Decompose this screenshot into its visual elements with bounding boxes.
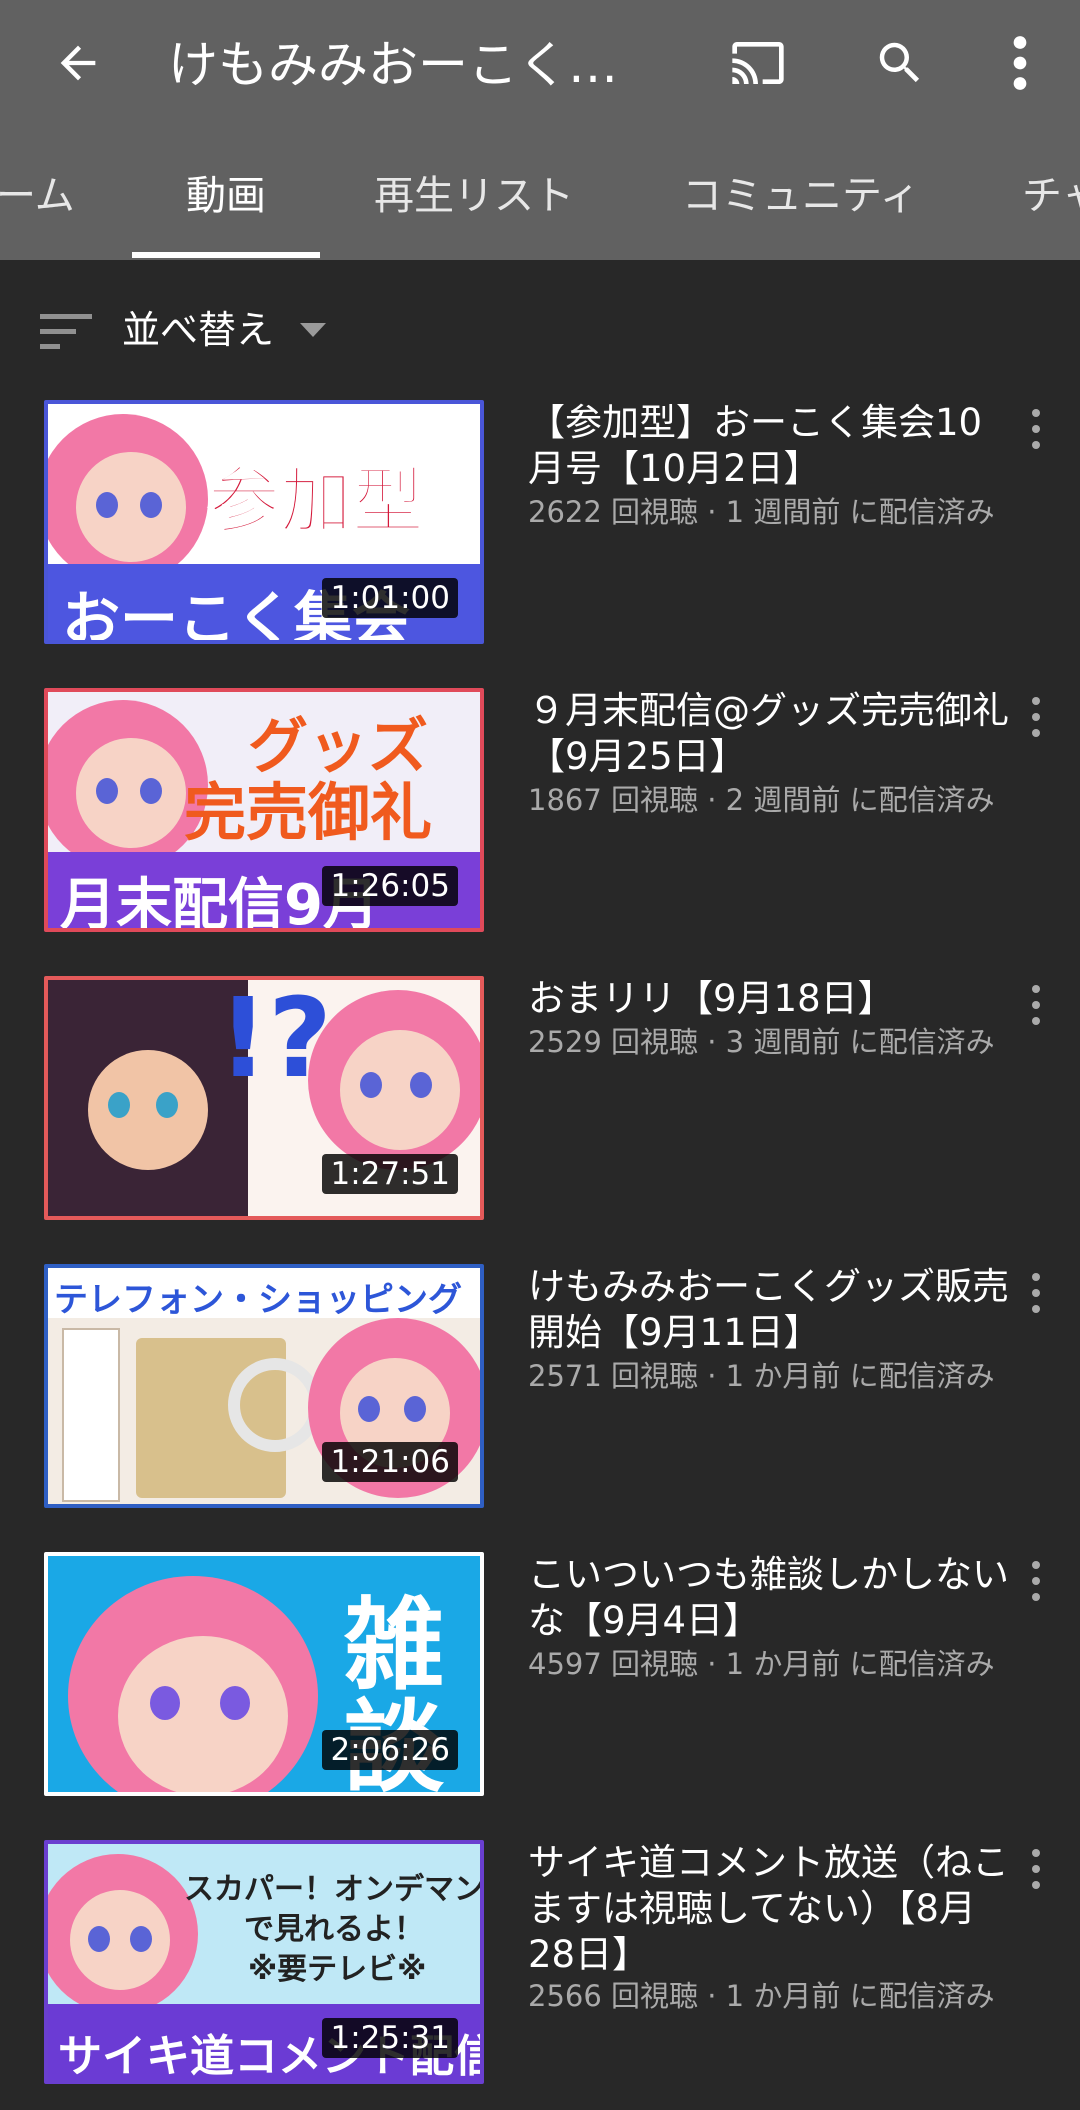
tab-home[interactable]: ーム	[0, 130, 75, 260]
video-title[interactable]: サイキ道コメント放送（ねこますは視聴してない）【8月28日】	[528, 1840, 1018, 1978]
sort-icon	[40, 314, 92, 349]
thumbnail-caption: スカパー！オンデマンド	[184, 1872, 484, 1907]
more-vert-icon[interactable]	[1018, 982, 1054, 1028]
thumbnail-caption: 参加型	[207, 458, 425, 544]
video-item[interactable]: !? 1:27:51 おまリリ【9月18日】 2529 回視聴 · 3 週間前 …	[0, 976, 1080, 1226]
channel-tabs: ーム 動画 再生リスト コミュニティ チャ	[0, 130, 1080, 260]
sort-label: 並べ替え	[122, 308, 275, 352]
search-icon[interactable]	[862, 25, 938, 101]
thumbnail-caption: テレフォン・ショッピング	[54, 1280, 462, 1320]
sort-menu[interactable]: 並べ替え	[0, 290, 1080, 370]
cast-icon[interactable]	[718, 25, 798, 101]
video-title[interactable]: おまリリ【9月18日】	[528, 976, 1018, 1022]
video-item[interactable]: グッズ 完売御礼 月末配信9月 1:26:05 ９月末配信@グッズ完売御礼【9月…	[0, 688, 1080, 938]
video-title[interactable]: 【参加型】おーこく集会10月号【10月2日】	[528, 400, 1018, 492]
thumbnail-caption: で見れるよ！	[244, 1912, 424, 1947]
tab-videos[interactable]: 動画	[186, 130, 266, 260]
video-meta: 2529 回視聴 · 3 週間前 に配信済み	[528, 1025, 995, 1059]
chevron-down-icon	[300, 323, 326, 337]
more-vert-icon[interactable]	[1018, 1846, 1054, 1892]
video-meta: 4597 回視聴 · 1 か月前 に配信済み	[528, 1647, 995, 1681]
video-thumbnail[interactable]: スカパー！オンデマンド で見れるよ！ ※要テレビ※ サイキ道コメント配信 1:2…	[44, 1840, 484, 2084]
video-title[interactable]: ９月末配信@グッズ完売御礼【9月25日】	[528, 688, 1018, 780]
video-meta: 1867 回視聴 · 2 週間前 に配信済み	[528, 783, 995, 817]
video-thumbnail[interactable]: グッズ 完売御礼 月末配信9月 1:26:05	[44, 688, 484, 932]
video-thumbnail[interactable]: !? 1:27:51	[44, 976, 484, 1220]
video-item[interactable]: テレフォン・ショッピング 1:21:06 けもみみおーこくグッズ販売開始【9月1…	[0, 1264, 1080, 1514]
video-thumbnail[interactable]: 参加型 おーこく集会 1:01:00	[44, 400, 484, 644]
video-duration: 1:27:51	[322, 1154, 458, 1194]
video-meta: 2566 回視聴 · 1 か月前 に配信済み	[528, 1979, 995, 2013]
video-duration: 2:06:26	[322, 1730, 458, 1770]
video-title[interactable]: けもみみおーこくグッズ販売開始【9月11日】	[528, 1264, 1018, 1356]
video-item[interactable]: 雑 談 2:06:26 こいついつも雑談しかしないな【9月4日】 4597 回視…	[0, 1552, 1080, 1802]
video-meta: 2622 回視聴 · 1 週間前 に配信済み	[528, 495, 995, 529]
tab-playlists[interactable]: 再生リスト	[374, 130, 574, 260]
more-vert-icon[interactable]	[1018, 406, 1054, 452]
video-title[interactable]: こいついつも雑談しかしないな【9月4日】	[528, 1552, 1018, 1644]
video-item[interactable]: 参加型 おーこく集会 1:01:00 【参加型】おーこく集会10月号【10月2日…	[0, 400, 1080, 650]
app-bar: けもみみおーこく…	[0, 0, 1080, 130]
back-arrow-icon[interactable]	[40, 25, 116, 101]
tab-channels[interactable]: チャ	[1022, 130, 1080, 260]
thumbnail-caption: 完売御礼	[184, 776, 433, 849]
video-item[interactable]: スカパー！オンデマンド で見れるよ！ ※要テレビ※ サイキ道コメント配信 1:2…	[0, 1840, 1080, 2090]
more-vert-icon[interactable]	[1018, 1270, 1054, 1316]
thumbnail-caption: ※要テレビ※	[248, 1952, 427, 1987]
video-duration: 1:21:06	[322, 1442, 458, 1482]
video-thumbnail[interactable]: テレフォン・ショッピング 1:21:06	[44, 1264, 484, 1508]
more-vert-icon[interactable]	[1018, 694, 1054, 740]
video-thumbnail[interactable]: 雑 談 2:06:26	[44, 1552, 484, 1796]
video-meta: 2571 回視聴 · 1 か月前 に配信済み	[528, 1359, 995, 1393]
more-vert-icon[interactable]	[1018, 1558, 1054, 1604]
tab-indicator	[132, 252, 320, 258]
channel-title: けもみみおーこく…	[168, 36, 618, 94]
video-duration: 1:01:00	[322, 578, 458, 618]
video-duration: 1:25:31	[322, 2018, 458, 2058]
tab-community[interactable]: コミュニティ	[682, 130, 920, 260]
more-vert-icon[interactable]	[990, 25, 1050, 101]
video-duration: 1:26:05	[322, 866, 458, 906]
